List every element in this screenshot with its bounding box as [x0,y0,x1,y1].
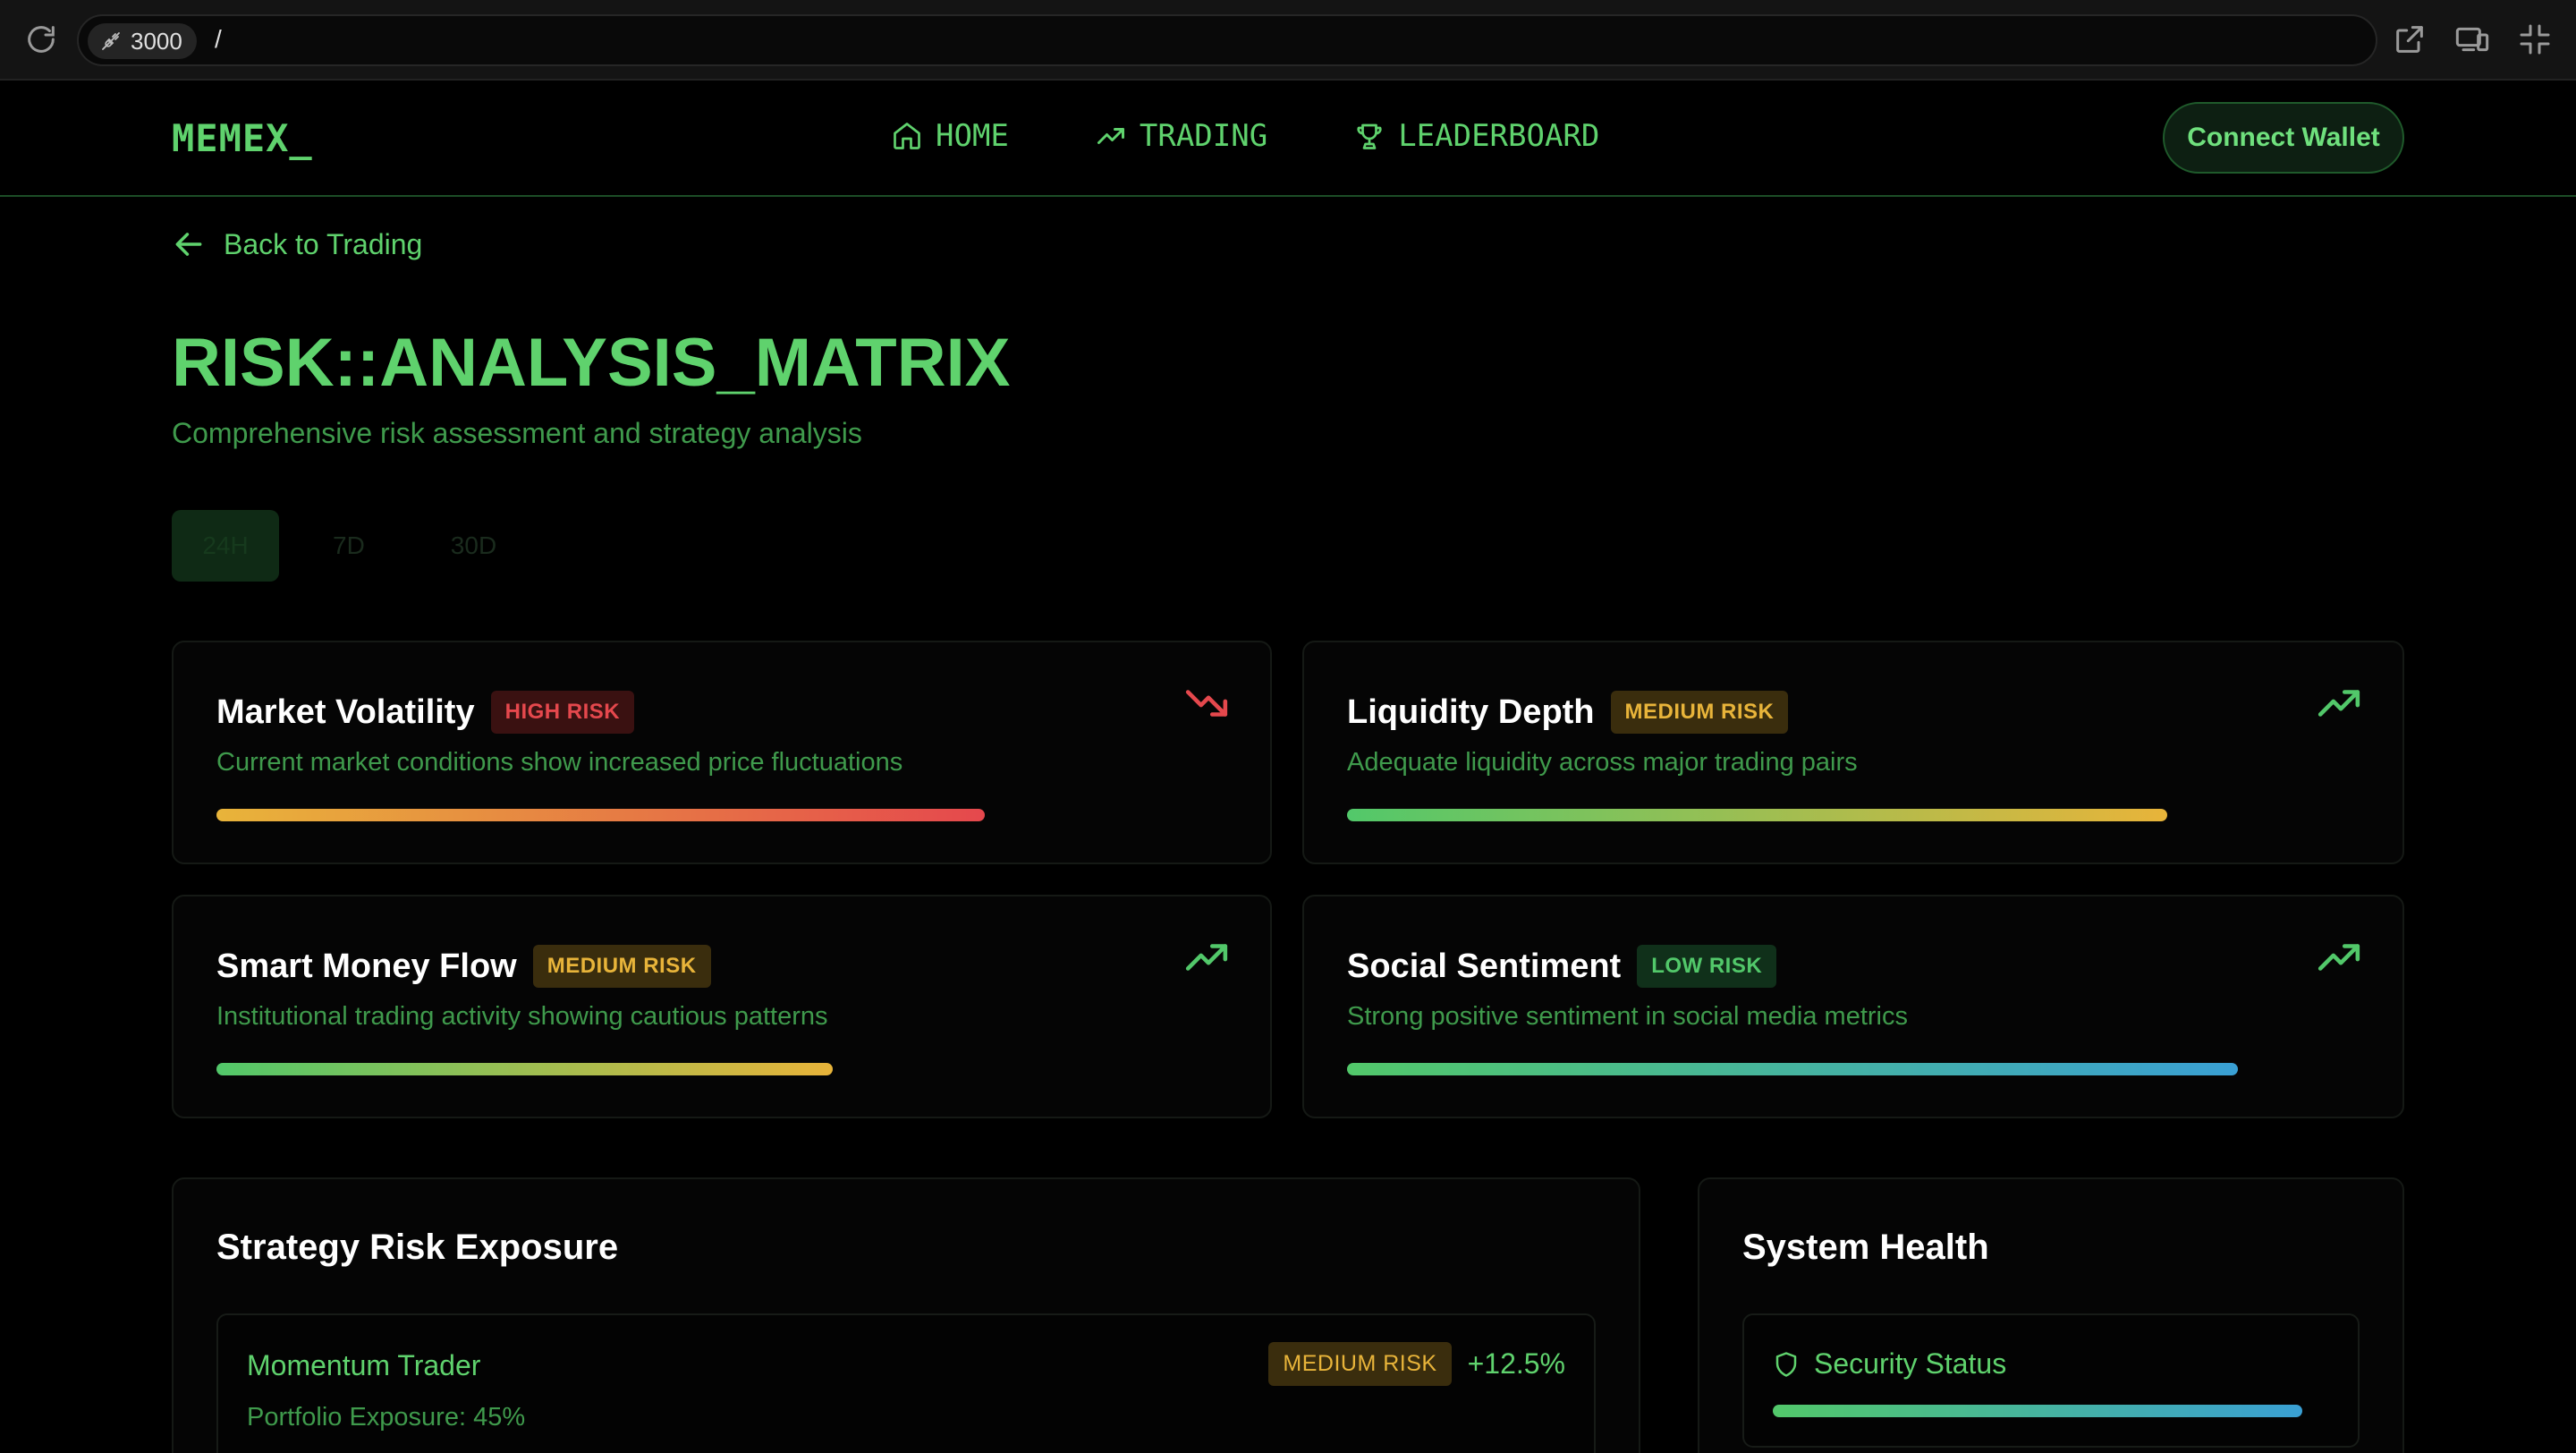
panel-title: Strategy Risk Exposure [216,1228,619,1267]
collapse-icon[interactable] [2517,21,2553,57]
risk-badge: MEDIUM RISK [1268,1342,1452,1386]
strategy-exposure: Portfolio Exposure: 45% [247,1403,526,1432]
metric-description: Institutional trading activity showing c… [216,1002,828,1031]
page-title: RISK::ANALYSIS_MATRIX [172,325,1011,401]
page-subtitle: Comprehensive risk assessment and strate… [172,417,862,449]
tab-30d[interactable]: 30D [419,510,529,582]
trophy-icon [1357,123,1382,149]
reload-icon[interactable] [23,21,59,57]
health-item: Security Status [1742,1313,2360,1448]
health-bar [1773,1405,2302,1417]
health-item-name: Security Status [1814,1347,2007,1380]
risk-badge: MEDIUM RISK [532,945,711,988]
metric-description: Adequate liquidity across major trading … [1347,748,1858,777]
home-icon [894,123,920,149]
back-label: Back to Trading [224,227,423,260]
metric-title: Social Sentiment [1347,947,1622,985]
tab-24h[interactable]: 24H [172,510,279,582]
metric-description: Strong positive sentiment in social medi… [1347,1002,1908,1031]
nav-leaderboard-label: LEADERBOARD [1398,118,1600,154]
risk-badge: LOW RISK [1637,945,1777,988]
nav-trading[interactable]: TRADING [1095,118,1267,154]
nav-leaderboard[interactable]: LEADERBOARD [1353,118,1599,154]
metric-title: Liquidity Depth [1347,693,1595,731]
connect-wallet-button[interactable]: Connect Wallet [2163,102,2404,174]
strategy-item[interactable]: Momentum Trader MEDIUM RISK +12.5% Portf… [216,1313,1596,1453]
strategy-name: Momentum Trader [247,1349,481,1381]
tab-7d[interactable]: 7D [301,510,397,582]
metric-title: Smart Money Flow [216,947,517,985]
time-range-tabs: 24H 7D 30D [172,510,529,582]
metric-card-market-volatility: Market Volatility HIGH RISK Current mark… [172,641,1272,864]
trending-up-icon [2318,944,2360,971]
strategy-risk-panel: Strategy Risk Exposure Momentum Trader M… [172,1177,1640,1453]
metric-card-smart-money-flow: Smart Money Flow MEDIUM RISK Institution… [172,895,1272,1118]
arrow-left-icon [175,233,202,256]
risk-badge: HIGH RISK [490,691,635,734]
metric-bar [1347,809,2167,821]
metric-bar [216,809,985,821]
nav-home[interactable]: HOME [891,118,1009,154]
port-pill[interactable]: 3000 [88,23,197,59]
nav-trading-label: TRADING [1139,118,1268,154]
trending-up-icon [1185,944,1228,971]
risk-badge: MEDIUM RISK [1610,691,1789,734]
logo[interactable]: MEMEX_ [172,116,313,160]
metric-bar [216,1063,833,1075]
nav-links: HOME TRADING LEADERBOARD [891,118,1599,154]
trending-up-icon [1097,128,1124,144]
metric-description: Current market conditions show increased… [216,748,903,777]
metric-bar [1347,1063,2238,1075]
top-nav: MEMEX_ HOME TRADING LEADERBOARD Connect … [0,81,2576,197]
external-link-icon[interactable] [2392,21,2428,57]
shield-icon [1775,1351,1797,1377]
plug-icon [102,32,120,50]
devices-icon[interactable] [2454,21,2490,57]
trending-down-icon [1185,690,1228,717]
metric-card-social-sentiment: Social Sentiment LOW RISK Strong positiv… [1302,895,2404,1118]
back-to-trading-link[interactable]: Back to Trading [172,227,422,261]
trending-up-icon [2318,690,2360,717]
address-bar[interactable]: 3000 / [77,14,2377,66]
system-health-panel: System Health Security Status [1698,1177,2404,1453]
browser-toolbar: 3000 / [0,0,2576,81]
metric-title: Market Volatility [216,693,475,731]
nav-home-label: HOME [936,118,1009,154]
panel-title: System Health [1742,1228,1989,1267]
metric-card-liquidity-depth: Liquidity Depth MEDIUM RISK Adequate liq… [1302,641,2404,864]
url-path: / [215,25,222,53]
port-label: 3000 [131,27,182,55]
strategy-change: +12.5% [1467,1347,1565,1380]
